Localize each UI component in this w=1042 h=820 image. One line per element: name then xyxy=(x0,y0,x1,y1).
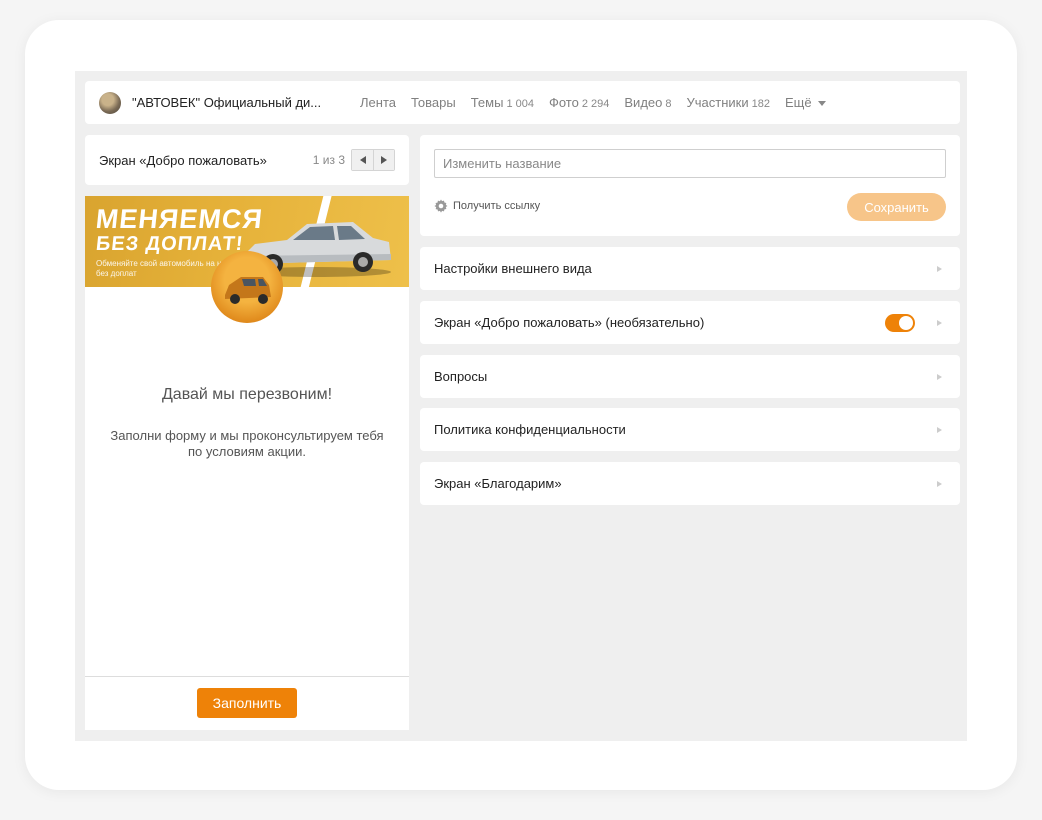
next-screen-button[interactable] xyxy=(373,150,394,170)
nav-item-videos[interactable]: Видео 8 xyxy=(624,95,671,110)
preview-header: Экран «Добро пожаловать» 1 из 3 xyxy=(85,135,409,185)
preview-title: Давай мы перезвоним! xyxy=(161,386,333,403)
group-avatar[interactable] xyxy=(99,91,121,114)
section-label: Политика конфиденциальности xyxy=(434,422,626,437)
section-label: Экран «Добро пожаловать» (необязательно) xyxy=(434,315,705,330)
group-title[interactable]: "АВТОВЕК" Официальный ди... xyxy=(132,95,322,110)
prev-screen-button[interactable] xyxy=(352,150,373,170)
nav-item-topics[interactable]: Темы 1 004 xyxy=(471,95,534,110)
pager-label: 1 из 3 xyxy=(312,153,345,167)
chevron-down-icon xyxy=(817,101,826,107)
app-container: "АВТОВЕК" Официальный ди... Лента Товары… xyxy=(75,71,967,741)
group-header: "АВТОВЕК" Официальный ди... Лента Товары… xyxy=(85,81,960,124)
section-questions[interactable]: Вопросы xyxy=(420,355,960,398)
arrow-right-icon xyxy=(381,156,387,164)
arrow-right-icon xyxy=(937,373,942,380)
preview-text: Заполни форму и мы проконсультируем тебя… xyxy=(110,428,384,459)
group-nav: Лента Товары Темы 1 004 Фото 2 294 Видео 8 … xyxy=(360,95,841,110)
nav-item-photos[interactable]: Фото 2 294 xyxy=(549,95,609,110)
get-link-label: Получить ссылку xyxy=(453,200,541,212)
nav-count-members: 182 xyxy=(751,98,770,110)
toggle-knob xyxy=(899,315,913,330)
name-input[interactable] xyxy=(434,149,946,178)
arrow-right-icon xyxy=(937,265,942,272)
nav-item-feed[interactable]: Лента xyxy=(360,95,396,110)
arrow-right-icon xyxy=(937,319,942,326)
banner-headline-2: БЕЗ ДОПЛАТ! xyxy=(94,233,245,255)
section-label: Вопросы xyxy=(434,369,488,384)
preview-screen-title: Экран «Добро пожаловать» xyxy=(99,152,267,168)
save-button[interactable]: Сохранить xyxy=(847,193,946,221)
nav-count-photos: 2 294 xyxy=(581,98,610,110)
section-privacy-policy[interactable]: Политика конфиденциальности xyxy=(420,408,960,451)
section-appearance[interactable]: Настройки внешнего вида xyxy=(420,247,960,290)
pager-buttons xyxy=(351,149,395,171)
section-thank-you-screen[interactable]: Экран «Благодарим» xyxy=(420,462,960,505)
section-label: Экран «Благодарим» xyxy=(434,476,562,491)
section-welcome-screen[interactable]: Экран «Добро пожаловать» (необязательно) xyxy=(420,301,960,344)
preview-screen: МЕНЯЕМСЯ БЕЗ ДОПЛАТ! Обменяйте свой авто… xyxy=(85,196,409,730)
nav-count-topics: 1 004 xyxy=(506,98,534,110)
nav-item-members[interactable]: Участники 182 xyxy=(687,95,770,110)
section-label: Настройки внешнего вида xyxy=(434,261,592,276)
get-link-button[interactable]: Получить ссылку xyxy=(434,199,540,213)
name-panel: Получить ссылку Сохранить xyxy=(420,135,960,236)
nav-item-products[interactable]: Товары xyxy=(411,95,456,110)
gear-icon xyxy=(434,199,448,213)
nav-item-more[interactable]: Ещё xyxy=(785,95,826,110)
company-logo xyxy=(211,251,283,323)
nav-count-videos: 8 xyxy=(665,98,672,110)
arrow-left-icon xyxy=(359,156,366,164)
logo-car-icon xyxy=(225,277,271,304)
arrow-right-icon xyxy=(937,480,942,487)
fill-button[interactable]: Заполнить xyxy=(197,688,297,718)
preview-divider xyxy=(85,676,409,677)
arrow-right-icon xyxy=(937,426,942,433)
welcome-screen-toggle[interactable] xyxy=(885,313,915,332)
